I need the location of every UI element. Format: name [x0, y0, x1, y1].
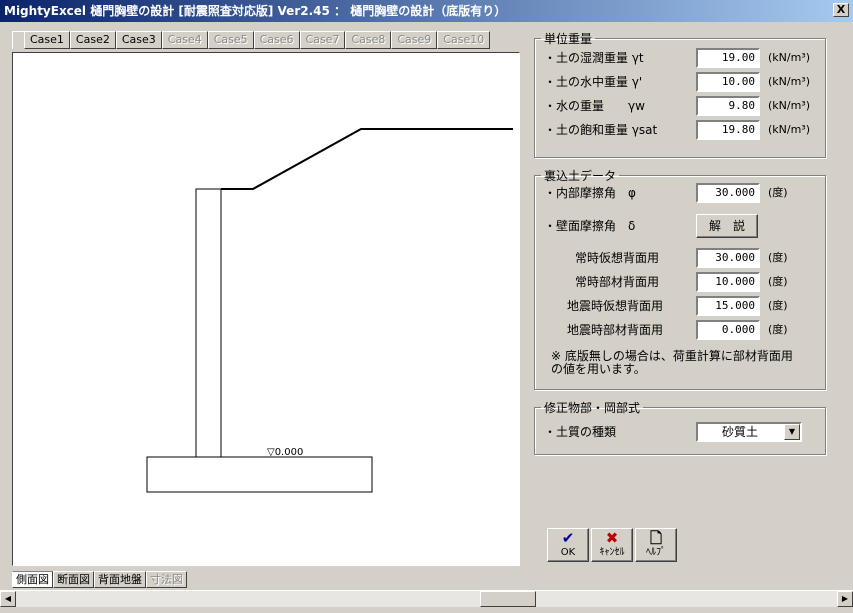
internal-friction-label: ・内部摩擦角 φ	[544, 186, 636, 200]
ok-button[interactable]: ✔ OK	[547, 528, 589, 562]
tab-case8: Case8	[345, 31, 392, 49]
tab-dimension-view: 寸法図	[146, 571, 187, 588]
document-icon: 🗋	[649, 529, 663, 547]
internal-friction-input[interactable]: 30.000	[696, 183, 760, 203]
water-weight-input[interactable]: 9.80	[696, 96, 760, 116]
window-title: MightyExcel 樋門胸壁の設計 [耐震照査対応版] Ver2.45 ： …	[4, 4, 507, 18]
tab-case5: Case5	[207, 31, 254, 49]
tab-case4: Case4	[161, 31, 208, 49]
checkmark-icon: ✔	[561, 529, 575, 547]
seismic-member-unit: (度)	[768, 323, 788, 336]
wet-weight-unit: (kN/m³)	[768, 51, 811, 64]
submerged-weight-unit: (kN/m³)	[768, 75, 811, 88]
tab-side-view[interactable]: 側面図	[12, 571, 53, 588]
submerged-weight-label: ・土の水中重量 γ'	[544, 75, 643, 89]
tab-strip-edge	[12, 31, 24, 49]
tab-section-view[interactable]: 断面図	[53, 571, 94, 588]
soil-type-value: 砂質土	[721, 425, 758, 439]
water-weight-label: ・水の重量 γw	[544, 99, 645, 113]
normal-virtual-label: 常時仮想背面用	[575, 251, 660, 265]
wet-weight-label: ・土の湿潤重量 γt	[544, 51, 644, 65]
unit-weight-legend: 単位重量	[544, 32, 593, 46]
seismic-virtual-unit: (度)	[768, 299, 788, 312]
side-view-drawing: ▽0.000	[12, 52, 520, 566]
tab-case3[interactable]: Case3	[115, 31, 162, 49]
soil-type-select[interactable]: 砂質土 ▼	[696, 422, 802, 442]
tab-case2[interactable]: Case2	[69, 31, 116, 49]
wall-drawing-svg: ▽0.000	[146, 128, 513, 493]
wall-stem	[195, 188, 222, 457]
wall-friction-label: ・壁面摩擦角 δ	[544, 219, 636, 233]
x-icon: ✖	[605, 529, 619, 547]
normal-member-input[interactable]: 10.000	[696, 272, 760, 292]
cancel-button[interactable]: ✖ ｷｬﾝｾﾙ	[591, 528, 633, 562]
saturated-weight-label: ・土の飽和重量 γsat	[544, 123, 658, 137]
horizontal-scrollbar[interactable]: ◀ ▶	[0, 590, 853, 607]
tab-case10: Case10	[437, 31, 491, 49]
scroll-thumb[interactable]	[480, 591, 536, 607]
elevation-label: ▽0.000	[267, 447, 303, 458]
normal-member-label: 常時部材背面用	[575, 275, 660, 289]
normal-virtual-unit: (度)	[768, 251, 788, 264]
note-line-2: の値を用います。	[551, 362, 646, 376]
scroll-left-arrow-icon[interactable]: ◀	[0, 591, 16, 607]
submerged-weight-input[interactable]: 10.00	[696, 72, 760, 92]
internal-friction-unit: (度)	[768, 186, 788, 199]
ground-surface-line	[221, 128, 513, 190]
normal-virtual-input[interactable]: 30.000	[696, 248, 760, 268]
scroll-right-arrow-icon[interactable]: ▶	[837, 591, 853, 607]
help-button-label: ﾍﾙﾌﾟ	[646, 547, 666, 558]
backfill-legend: 裏込土データ	[544, 169, 617, 183]
tab-back-ground[interactable]: 背面地盤	[94, 571, 146, 588]
tab-case9: Case9	[391, 31, 438, 49]
soil-type-label: ・土質の種類	[544, 425, 617, 439]
saturated-weight-unit: (kN/m³)	[768, 123, 811, 136]
tab-case1[interactable]: Case1	[24, 31, 70, 49]
water-weight-unit: (kN/m³)	[768, 99, 811, 112]
tab-case7: Case7	[299, 31, 346, 49]
wet-weight-input[interactable]: 19.00	[696, 48, 760, 68]
tab-case6: Case6	[253, 31, 300, 49]
close-button[interactable]: X	[833, 3, 849, 17]
chevron-down-icon[interactable]: ▼	[784, 424, 800, 440]
view-tabs: 側面図 断面図 背面地盤 寸法図	[12, 571, 187, 589]
seismic-virtual-input[interactable]: 15.000	[696, 296, 760, 316]
modified-legend: 修正物部・岡部式	[544, 401, 641, 415]
normal-member-unit: (度)	[768, 275, 788, 288]
title-bar: MightyExcel 樋門胸壁の設計 [耐震照査対応版] Ver2.45 ： …	[0, 0, 853, 22]
case-tabs: Case1 Case2 Case3 Case4 Case5 Case6 Case…	[24, 31, 491, 49]
help-button[interactable]: 🗋 ﾍﾙﾌﾟ	[635, 528, 677, 562]
seismic-member-label: 地震時部材背面用	[567, 323, 664, 337]
seismic-virtual-label: 地震時仮想背面用	[567, 299, 664, 313]
saturated-weight-input[interactable]: 19.80	[696, 120, 760, 140]
ok-button-label: OK	[560, 547, 576, 558]
base-slab	[146, 456, 373, 493]
explain-button[interactable]: 解 説	[696, 214, 758, 238]
cancel-button-label: ｷｬﾝｾﾙ	[599, 547, 625, 558]
seismic-member-input[interactable]: 0.000	[696, 320, 760, 340]
